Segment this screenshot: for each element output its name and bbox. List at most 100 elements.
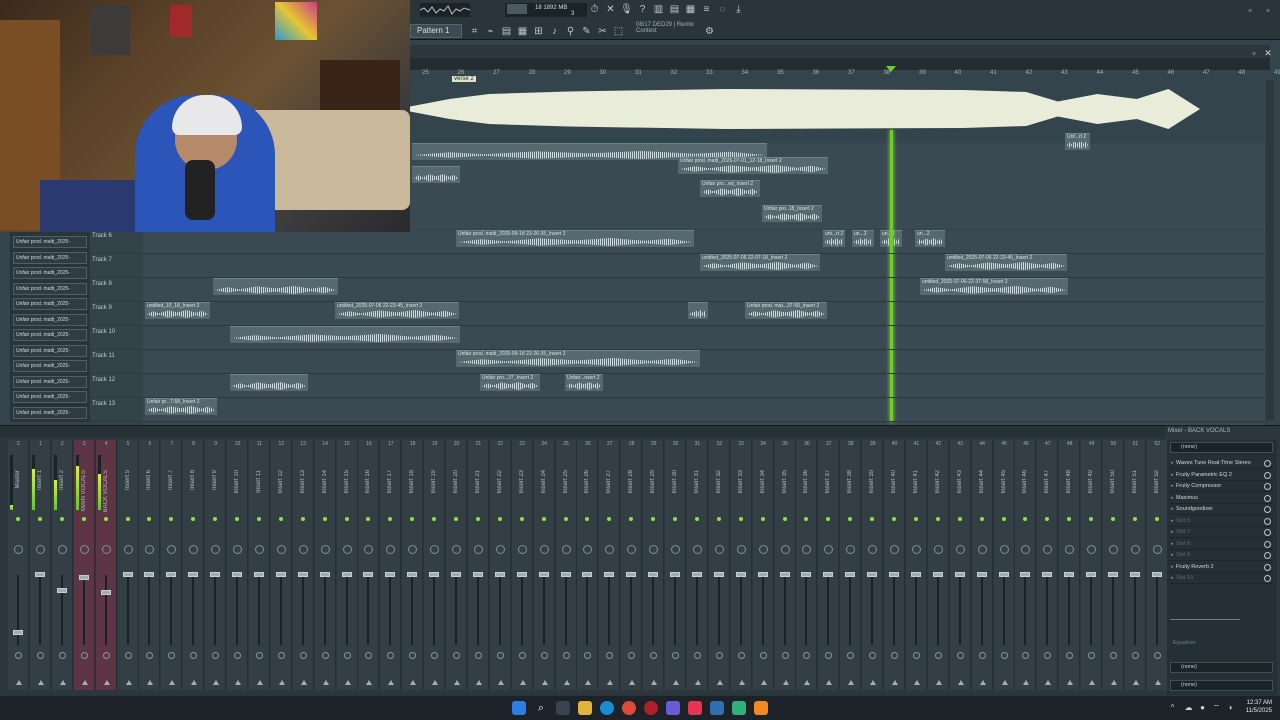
mixer-strip[interactable]: 15 Insert 15 [336, 440, 358, 690]
strip-enable-led[interactable] [607, 517, 612, 521]
route-arrow-icon[interactable] [738, 680, 745, 685]
mixer-strip[interactable]: 27 Insert 27 [599, 440, 621, 690]
pan-knob[interactable] [145, 545, 155, 554]
volume-fader-track[interactable] [301, 575, 304, 645]
volume-fader[interactable] [1042, 572, 1053, 577]
pan-knob[interactable] [276, 545, 286, 554]
effect-slot[interactable]: ▸ Soundgoodizer [1170, 504, 1273, 515]
clip[interactable]: untitled_2025-07-06 22-23-45_Insert 2 [945, 254, 1067, 271]
send-knob[interactable] [715, 652, 723, 659]
route-arrow-icon[interactable] [191, 680, 198, 685]
mixer-strip[interactable]: 20 Insert 20 [446, 440, 467, 690]
volume-fader-track[interactable] [126, 575, 129, 645]
slot-enable-led[interactable] [1264, 517, 1271, 525]
volume-fader[interactable] [845, 572, 856, 577]
close-icon[interactable]: ▫ [1262, 4, 1274, 16]
pan-knob[interactable] [561, 545, 571, 554]
volume-fader-track[interactable] [761, 575, 764, 645]
send-knob[interactable] [321, 652, 329, 659]
track-label[interactable]: Track 12 [92, 377, 115, 383]
strip-enable-led[interactable] [848, 517, 853, 521]
mixer-strip[interactable]: 52 Insert 52 [1146, 440, 1168, 690]
slot-enable-led[interactable] [1264, 552, 1271, 559]
volume-fader[interactable] [823, 572, 834, 577]
pan-knob[interactable] [452, 545, 461, 554]
tray-mic-icon[interactable]: ● [1198, 703, 1207, 712]
slot-expand-icon[interactable]: ▸ [1171, 481, 1174, 491]
route-arrow-icon[interactable] [782, 680, 789, 685]
strip-enable-led[interactable] [760, 517, 765, 521]
wait-input-icon[interactable]: ✕ [604, 3, 617, 16]
strip-enable-led[interactable] [1111, 517, 1115, 521]
clip[interactable]: Unfair prod. matti_2025-09-18 23-26-35_I… [456, 230, 694, 247]
slot-enable-led[interactable] [1264, 460, 1271, 467]
start-icon[interactable] [512, 701, 526, 715]
mixer-strip[interactable]: 30 Insert 30 [665, 440, 686, 690]
route-arrow-icon[interactable] [1154, 680, 1161, 685]
pan-knob[interactable] [79, 545, 89, 554]
mixer-strip[interactable]: 44 Insert 44 [971, 440, 993, 690]
volume-fader-track[interactable] [411, 575, 414, 645]
route-arrow-icon[interactable] [651, 680, 658, 685]
tray-chevron-icon[interactable]: ^ [1168, 703, 1177, 712]
strip-enable-led[interactable] [541, 517, 546, 521]
mixer-strip[interactable]: 21 Insert 21 [467, 440, 489, 690]
mixer-strip[interactable]: 12 Insert 12 [270, 440, 292, 690]
clip[interactable]: untitled_2025-07-06-22-37-58_Insert 2 [920, 278, 1068, 295]
volume-fader-track[interactable] [476, 575, 479, 645]
input-selector[interactable]: (none) [1170, 442, 1273, 453]
strip-enable-led[interactable] [979, 517, 984, 521]
strip-enable-led[interactable] [804, 517, 809, 521]
pan-knob[interactable] [298, 545, 308, 554]
route-arrow-icon[interactable] [454, 680, 460, 685]
mixer-strip[interactable]: 23 Insert 23 [511, 440, 533, 690]
volume-fader-track[interactable] [608, 575, 611, 645]
clip[interactable]: Unfair pr...7-58_Insert 2 [145, 398, 217, 415]
strip-enable-led[interactable] [870, 517, 875, 521]
route-arrow-icon[interactable] [935, 680, 942, 685]
volume-fader-track[interactable] [1155, 575, 1158, 645]
slice-tool-icon[interactable]: ⌁ [484, 25, 497, 38]
pan-knob[interactable] [824, 545, 834, 554]
volume-fader[interactable] [275, 572, 286, 577]
pan-knob[interactable] [649, 545, 659, 554]
task-view-icon[interactable] [556, 701, 570, 715]
strip-enable-led[interactable] [410, 517, 415, 521]
volume-fader[interactable] [34, 572, 45, 577]
track-label[interactable]: Track 6 [92, 233, 112, 239]
minimize-icon[interactable]: ▫ [1244, 4, 1256, 16]
slot-expand-icon[interactable]: ▸ [1171, 539, 1174, 549]
fl-studio-icon[interactable] [754, 701, 768, 715]
pan-knob[interactable] [1021, 545, 1031, 554]
pan-knob[interactable] [977, 545, 987, 554]
route-arrow-icon[interactable] [410, 680, 417, 685]
route-arrow-icon[interactable] [1111, 680, 1117, 685]
mixer-strip[interactable]: 51 Insert 51 [1124, 440, 1146, 690]
output-selector-1[interactable]: (none) [1170, 662, 1273, 673]
pan-knob[interactable] [1087, 545, 1097, 554]
route-arrow-icon[interactable] [892, 680, 898, 685]
mixer-strip[interactable]: 16 Insert 16 [358, 440, 380, 690]
send-knob[interactable] [409, 652, 417, 659]
send-knob[interactable] [934, 652, 942, 659]
volume-fader[interactable] [166, 572, 177, 577]
volume-fader-track[interactable] [893, 575, 895, 645]
pan-knob[interactable] [495, 545, 505, 554]
clip[interactable]: Unfair...nsert 2 [565, 374, 603, 391]
volume-fader-track[interactable] [1046, 575, 1049, 645]
route-arrow-icon[interactable] [256, 680, 263, 685]
mic-icon[interactable]: 🎙 [620, 3, 633, 16]
mixer-strip[interactable]: 5 Insert 5 [117, 440, 139, 690]
volume-fader[interactable] [560, 572, 571, 577]
search-icon[interactable]: ⌕ [534, 701, 548, 715]
volume-fader[interactable] [954, 572, 965, 577]
volume-fader-track[interactable] [630, 575, 633, 645]
volume-fader-track[interactable] [257, 575, 260, 645]
track-label[interactable]: Track 7 [92, 257, 112, 263]
strip-enable-led[interactable] [147, 517, 152, 521]
mixer-strip[interactable]: 29 Insert 29 [643, 440, 665, 690]
volume-fader-track[interactable] [652, 575, 655, 645]
route-arrow-icon[interactable] [694, 680, 701, 685]
strip-enable-led[interactable] [694, 517, 699, 521]
volume-fader-track[interactable] [849, 575, 852, 645]
